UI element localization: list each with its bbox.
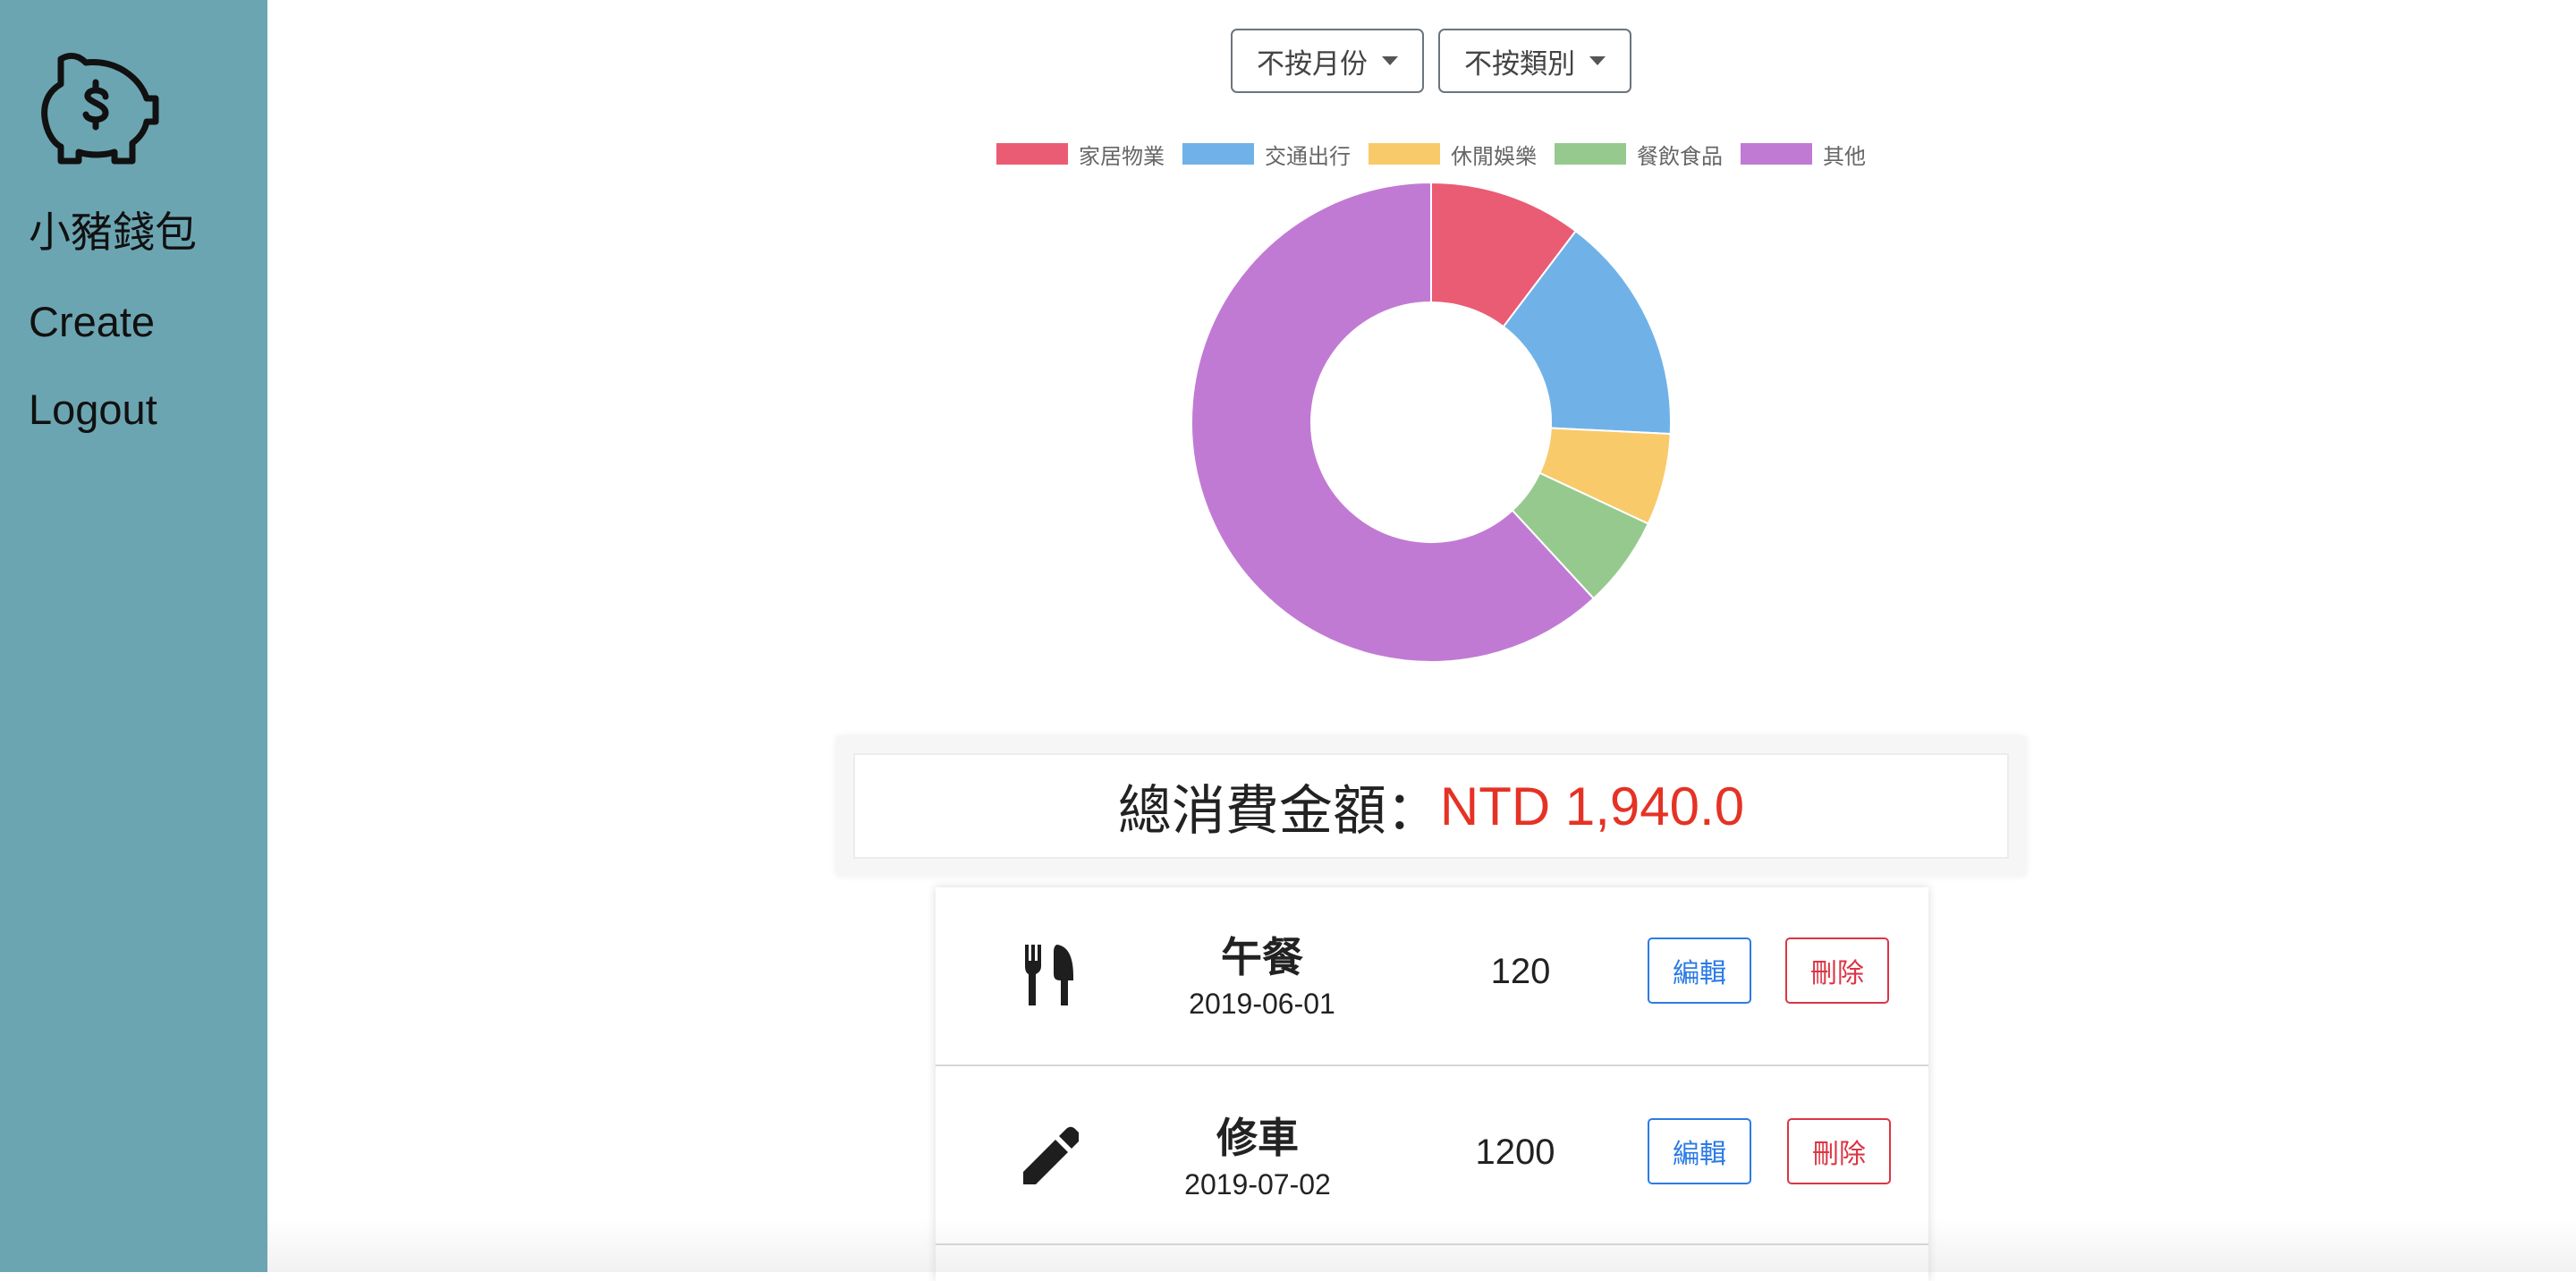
sidebar-item-wallet[interactable]: 小豬錢包 — [29, 211, 197, 253]
record-amount: 120 — [1490, 952, 1551, 991]
delete-button[interactable]: 刪除 — [1787, 1118, 1891, 1184]
caret-down-icon — [1382, 56, 1398, 65]
legend-swatch — [1741, 143, 1812, 165]
record-name: 午餐 — [1221, 933, 1303, 981]
legend-item[interactable]: 交通出行 — [1182, 141, 1351, 169]
month-filter-dropdown[interactable]: 不按月份 — [1231, 29, 1424, 93]
total-amount: NTD 1,940.0 — [1439, 776, 1745, 836]
sidebar-item-logout[interactable]: Logout — [29, 388, 157, 430]
category-filter-dropdown[interactable]: 不按類別 — [1438, 29, 1631, 93]
total-label: 總消費金額： — [1117, 779, 1440, 843]
legend-label: 家居物業 — [1079, 143, 1165, 169]
legend-swatch — [1368, 143, 1440, 165]
list-item: 午餐 2019-06-01 120 編輯 刪除 — [936, 887, 1928, 1066]
total-summary-inner: 總消費金額： NTD 1,940.0 — [853, 753, 2009, 859]
category-filter-label: 不按類別 — [1464, 47, 1575, 81]
delete-button[interactable]: 刪除 — [1785, 937, 1889, 1004]
record-amount: 1200 — [1475, 1133, 1555, 1172]
total-summary-card: 總消費金額： NTD 1,940.0 — [835, 735, 2027, 877]
edit-button[interactable]: 編輯 — [1648, 1118, 1751, 1184]
list-item — [936, 1245, 1928, 1281]
legend-swatch — [1182, 143, 1254, 165]
legend-swatch — [996, 143, 1068, 165]
legend-item[interactable]: 休閒娛樂 — [1368, 141, 1537, 169]
piggy-bank-dollar-icon[interactable] — [25, 32, 159, 166]
edit-button[interactable]: 編輯 — [1648, 937, 1751, 1004]
sidebar: 小豬錢包 Create Logout — [0, 0, 267, 1272]
legend-label: 其他 — [1823, 143, 1866, 169]
legend-item[interactable]: 餐飲食品 — [1555, 141, 1723, 169]
legend-swatch — [1555, 143, 1626, 165]
sidebar-item-create[interactable]: Create — [29, 301, 155, 343]
caret-down-icon — [1589, 56, 1606, 65]
record-date: 2019-06-01 — [1189, 988, 1335, 1020]
list-item: 修車 2019-07-02 1200 編輯 刪除 — [936, 1066, 1928, 1245]
pencil-icon — [1023, 1126, 1079, 1184]
expense-doughnut-chart — [1191, 181, 1672, 663]
legend-label: 餐飲食品 — [1637, 143, 1723, 169]
month-filter-label: 不按月份 — [1257, 47, 1368, 81]
legend-item[interactable]: 家居物業 — [996, 141, 1165, 169]
legend-label: 休閒娛樂 — [1451, 143, 1537, 169]
legend-label: 交通出行 — [1265, 143, 1351, 169]
record-list: 午餐 2019-06-01 120 編輯 刪除 修車 2019-07-02 12… — [936, 887, 1928, 1281]
record-name: 修車 — [1216, 1114, 1299, 1162]
legend-item[interactable]: 其他 — [1741, 141, 1866, 169]
record-date: 2019-07-02 — [1184, 1168, 1331, 1200]
utensils-icon — [1025, 945, 1073, 1005]
